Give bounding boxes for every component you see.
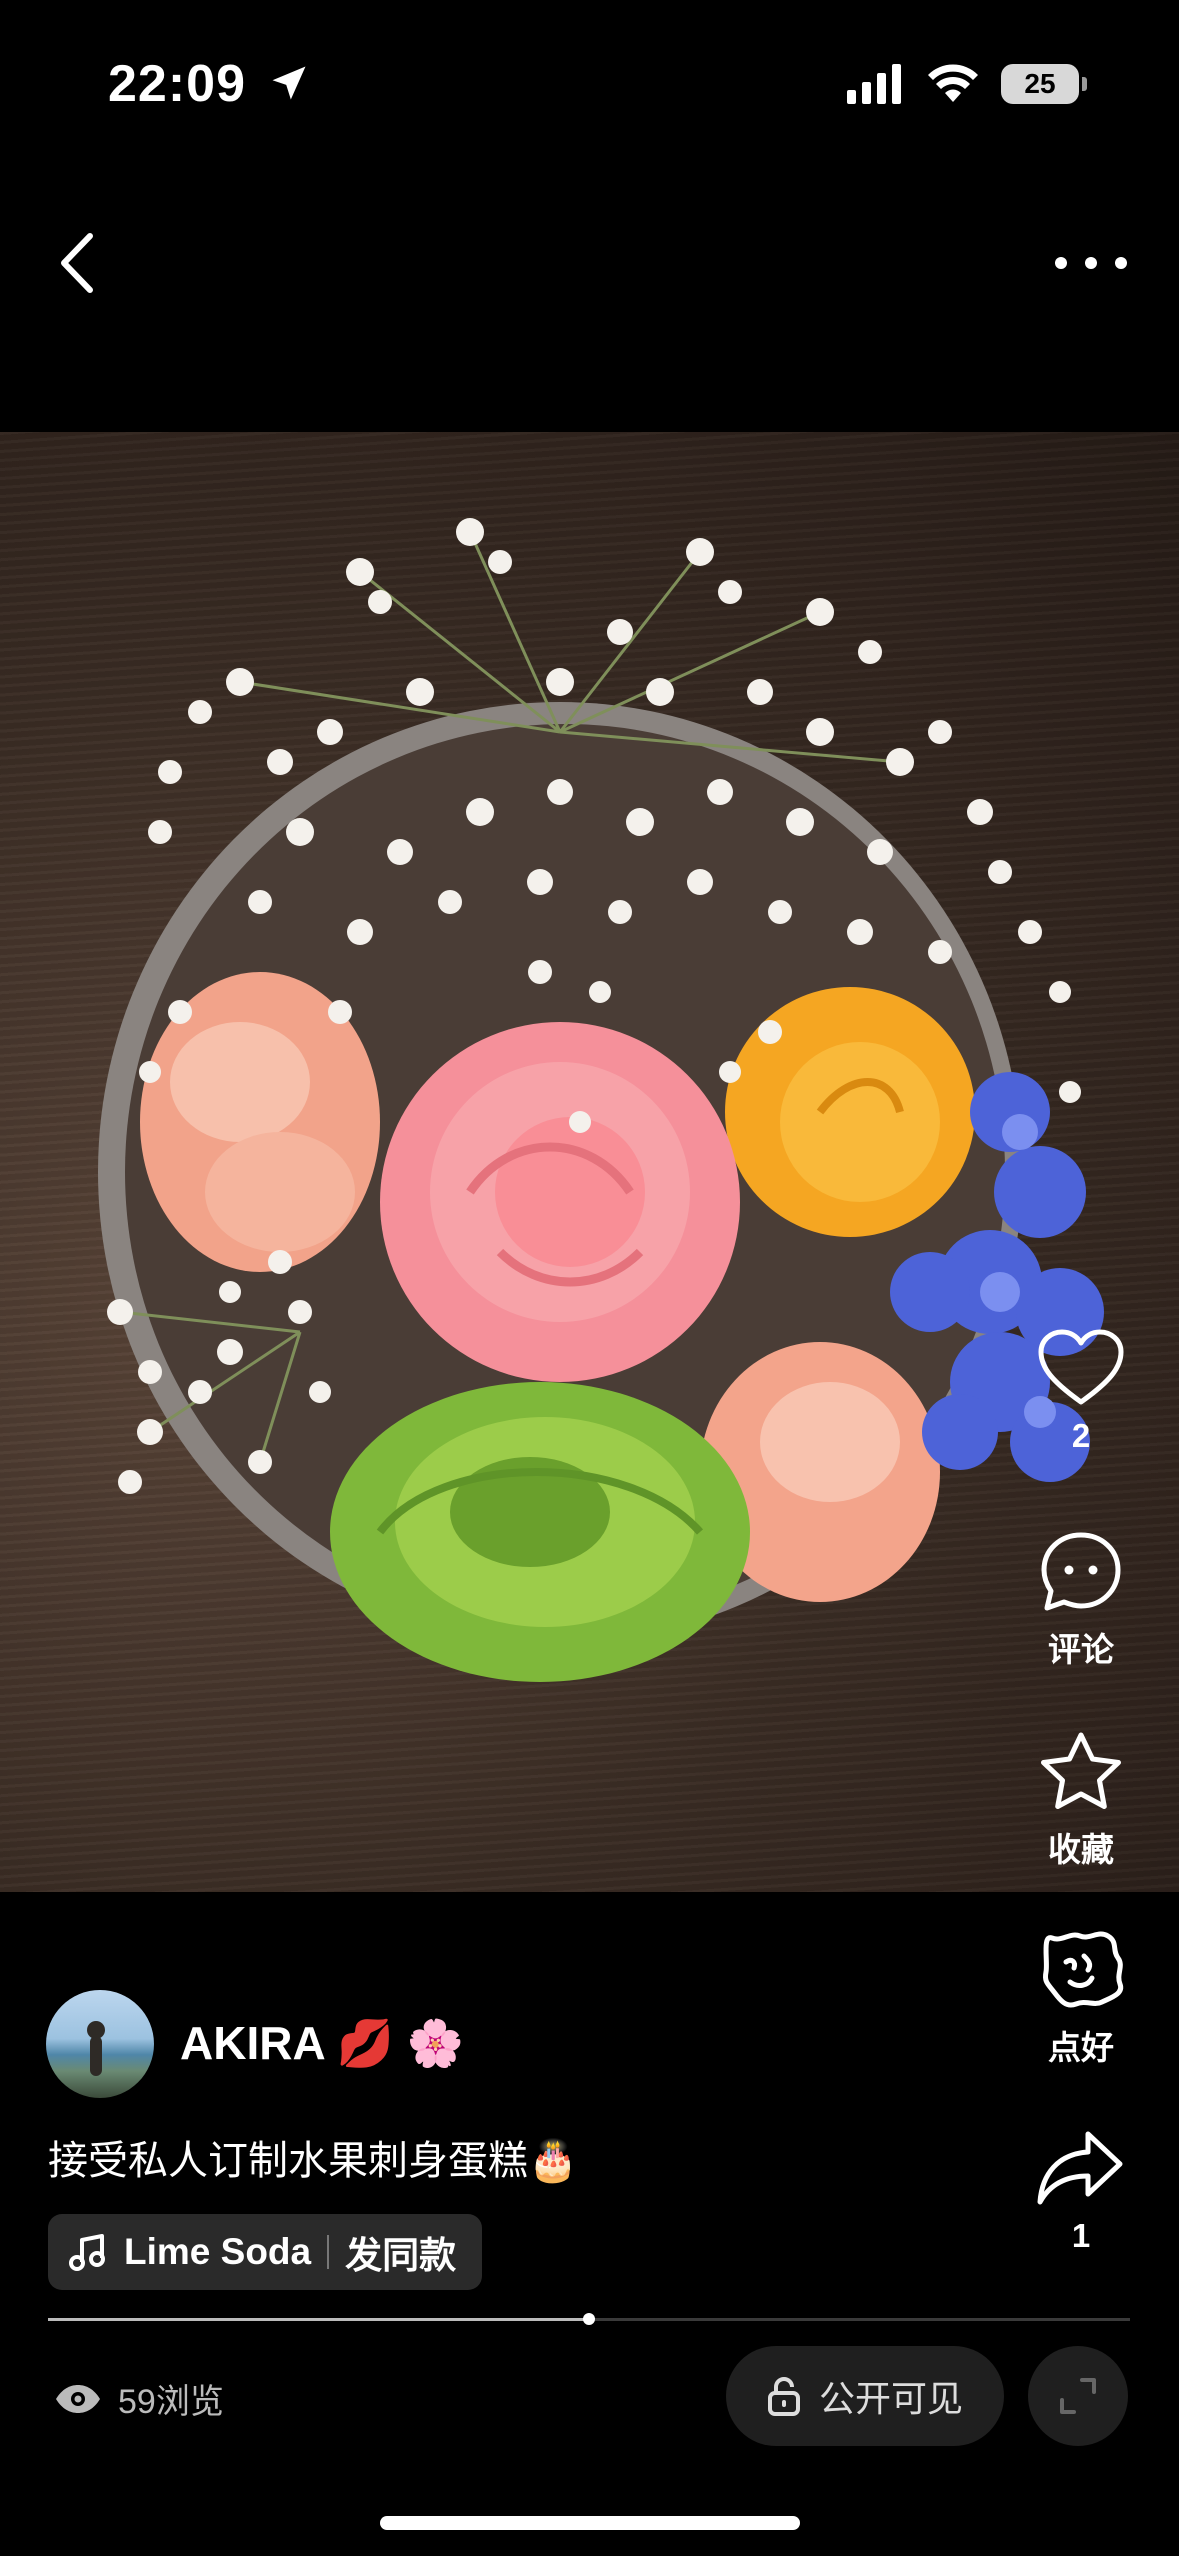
like-count: 2 [1071, 1417, 1091, 1454]
comment-label: 评论 [1048, 1631, 1114, 1668]
heart-icon [1038, 1329, 1124, 1405]
ellipsis-icon [1055, 257, 1127, 269]
username-emoji: 💋 🌸 [336, 2017, 465, 2069]
home-indicator [380, 2516, 800, 2530]
battery-icon: 25 [1001, 64, 1087, 104]
share-count: 1 [1071, 2217, 1091, 2254]
post-photo[interactable] [0, 432, 1179, 1892]
divider [327, 2235, 330, 2269]
cellular-signal-icon [847, 64, 901, 104]
expand-icon [1060, 2378, 1096, 2414]
unlock-icon [767, 2377, 800, 2416]
share-button[interactable]: 1 [1001, 2128, 1161, 2255]
expand-button[interactable] [1028, 2346, 1128, 2446]
avatar-image [87, 2021, 105, 2076]
wifi-icon [928, 64, 978, 102]
status-time: 22:09 [108, 54, 311, 114]
progress-knob[interactable] [583, 2313, 595, 2325]
more-button[interactable] [1051, 240, 1131, 286]
use-same-music-button[interactable]: 发同款 [345, 2225, 456, 2279]
eye-icon [56, 2384, 100, 2413]
post-caption: 接受私人订制水果刺身蛋糕🎂 [48, 2139, 578, 2183]
star-icon [1041, 1732, 1121, 1809]
location-arrow-icon [272, 66, 306, 100]
progress-fill [48, 2318, 589, 2321]
share-arrow-icon [1037, 2131, 1123, 2205]
nice-label: 点好 [1048, 2029, 1114, 2066]
nice-button[interactable]: 点好 [1001, 1928, 1161, 2069]
music-note-icon [69, 2234, 105, 2271]
music-chip[interactable]: Lime Soda 发同款 [48, 2214, 483, 2290]
comment-bubble-icon [1041, 1532, 1121, 1611]
like-button[interactable]: 2 [1001, 1328, 1161, 1455]
nice-badge-icon [1043, 1931, 1124, 2008]
chevron-left-icon [61, 233, 93, 293]
visibility-button[interactable]: 公开可见 [726, 2346, 1004, 2446]
view-count: 59浏览 [54, 2374, 224, 2423]
fruit-sashimi-cake-image [98, 518, 1104, 1682]
birthday-cake-emoji: 🎂 [528, 2139, 578, 2183]
author-name[interactable]: AKIRA 💋 🌸 [180, 2016, 464, 2071]
favorite-label: 收藏 [1048, 1831, 1114, 1868]
favorite-button[interactable]: 收藏 [1001, 1730, 1161, 1871]
back-button[interactable] [52, 228, 108, 298]
music-title: Lime Soda [124, 2231, 312, 2272]
status-icons: 25 [847, 64, 1087, 104]
author-avatar[interactable] [46, 1990, 154, 2098]
progress-bar[interactable] [48, 2313, 1130, 2325]
comment-button[interactable]: 评论 [1001, 1530, 1161, 1671]
